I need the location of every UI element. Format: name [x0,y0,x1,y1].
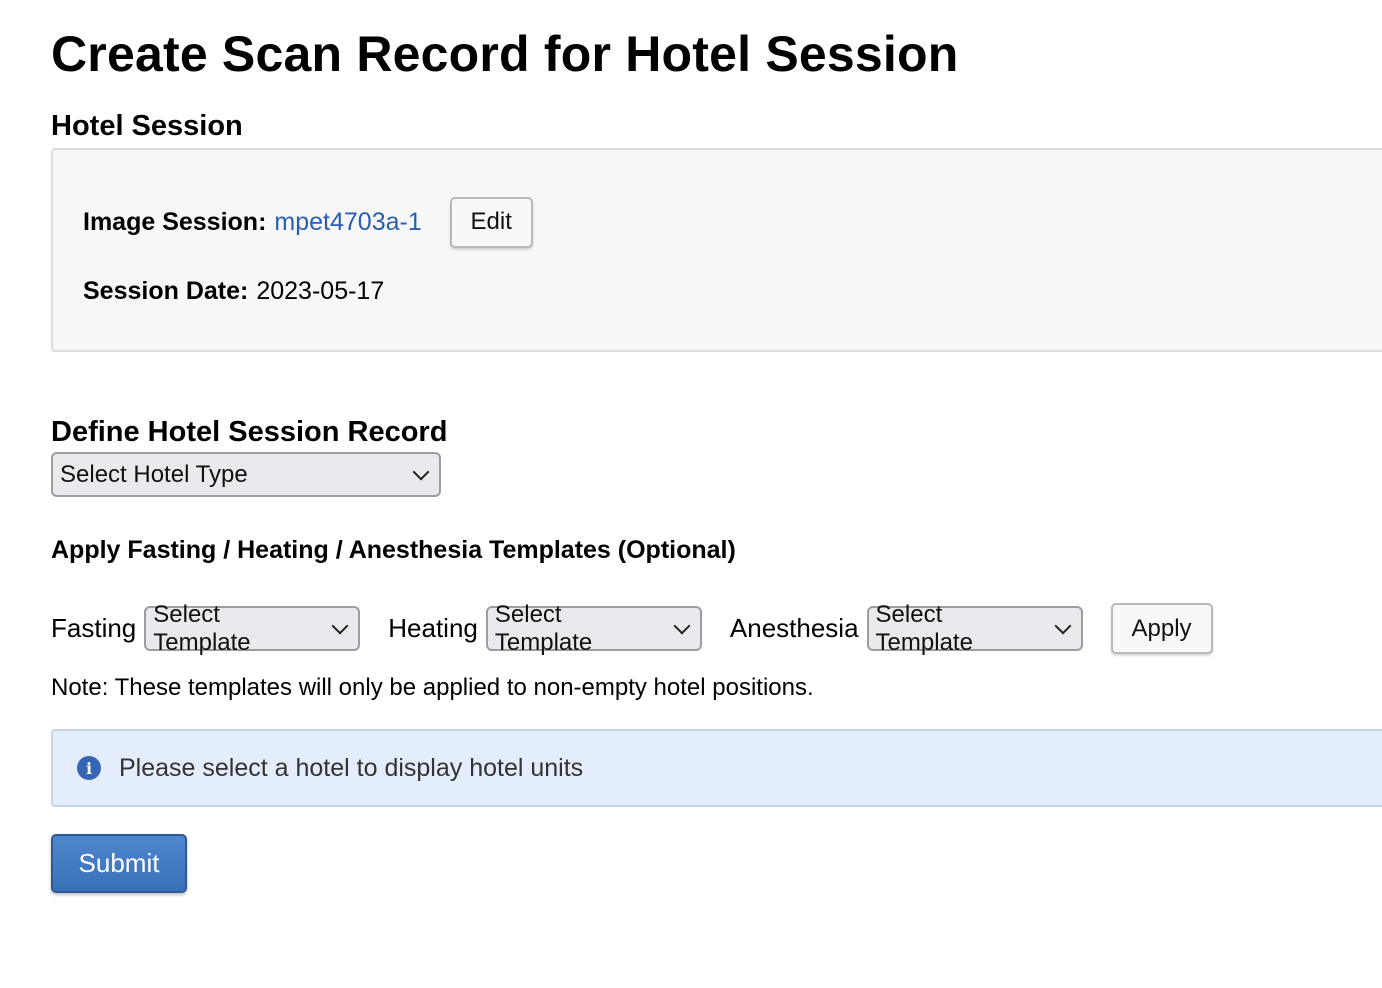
page-title: Create Scan Record for Hotel Session [51,26,959,82]
chevron-down-icon [331,617,349,634]
alert-message: Please select a hotel to display hotel u… [119,753,584,782]
anesthesia-select-value: Select Template [875,600,973,656]
anesthesia-label: Anesthesia [729,613,859,643]
heating-template-select[interactable]: Select Template [485,601,702,656]
submit-button[interactable]: Submit [51,834,187,893]
heating-select-value: Select Template [494,600,593,656]
templates-note: Note: These templates will only be appli… [51,674,814,701]
image-session-row: Image Session: mpet4703a-1 Edit [83,195,533,249]
fasting-template-select[interactable]: Select Template [144,601,361,656]
fasting-select-value: Select Template [153,600,251,656]
page: Create Scan Record for Hotel Session Hot… [0,0,1382,893]
anesthesia-template-select[interactable]: Select Template [866,601,1083,656]
templates-row: Fasting Select Template Heating Select T… [51,601,1382,656]
hotel-type-select[interactable]: Select Hotel Type [51,452,441,497]
heating-label: Heating [388,613,478,643]
session-date-label: Session Date: [83,276,249,305]
templates-heading: Apply Fasting / Heating / Anesthesia Tem… [51,536,736,564]
define-record-heading: Define Hotel Session Record [51,416,448,448]
image-session-label: Image Session: [83,207,267,236]
info-icon: i [77,756,101,780]
image-session-link[interactable]: mpet4703a-1 [274,208,421,237]
fasting-label: Fasting [51,613,137,643]
hotel-session-panel: Image Session: mpet4703a-1 Edit Session … [51,148,1382,352]
chevron-down-icon [412,463,430,480]
session-date-row: Session Date: 2023-05-17 [83,274,384,308]
chevron-down-icon [673,617,691,634]
session-date-value: 2023-05-17 [256,276,385,305]
info-alert: i Please select a hotel to display hotel… [51,729,1382,807]
hotel-type-select-value: Select Hotel Type [60,460,248,488]
hotel-session-heading: Hotel Session [51,110,243,142]
chevron-down-icon [1054,617,1072,634]
edit-button[interactable]: Edit [449,196,533,248]
apply-button[interactable]: Apply [1110,603,1213,654]
